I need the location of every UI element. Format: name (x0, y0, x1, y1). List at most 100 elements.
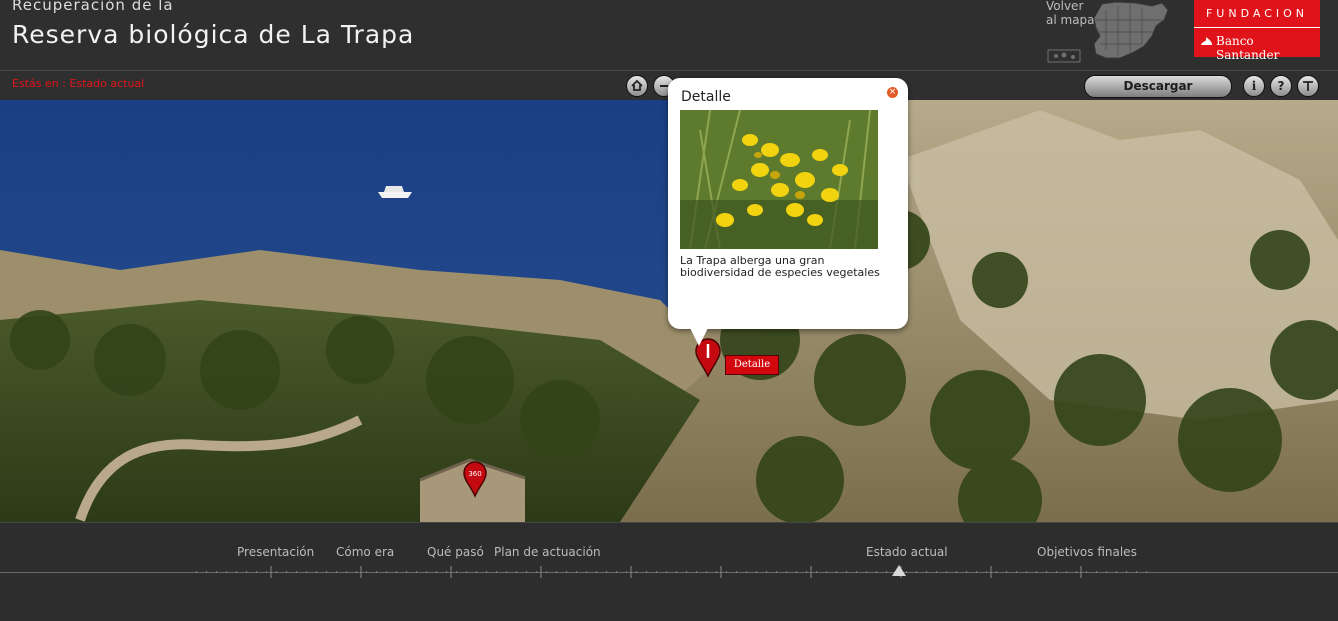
plant-photo (680, 110, 878, 249)
panorama-360-marker[interactable]: 360 (462, 460, 488, 498)
timeline: Presentación Cómo era Qué pasó Plan de a… (0, 522, 1338, 621)
timeline-tick (266, 571, 267, 573)
timeline-tick (746, 571, 747, 573)
timeline-tick (1106, 571, 1107, 573)
timeline-tick (1026, 571, 1027, 573)
timeline-item-estado-actual[interactable]: Estado actual (866, 545, 948, 559)
timeline-tick (346, 571, 347, 573)
timeline-tick (286, 571, 287, 573)
timeline-tick (926, 571, 927, 573)
timeline-tick (226, 571, 227, 573)
timeline-tick (326, 571, 327, 573)
timeline-tick (316, 571, 317, 573)
fullscreen-icon (1303, 81, 1313, 91)
home-button[interactable] (626, 75, 648, 97)
home-icon (631, 79, 643, 91)
timeline-tick (1056, 571, 1057, 573)
timeline-tick (1116, 571, 1117, 573)
timeline-tick (686, 571, 687, 573)
timeline-tick (256, 571, 257, 573)
close-popup-button[interactable]: × (887, 87, 898, 98)
timeline-tick (606, 571, 607, 573)
breadcrumb: Estás en : Estado actual (12, 77, 145, 90)
timeline-ticks (196, 566, 1147, 578)
timeline-tick (656, 571, 657, 573)
timeline-tick (806, 571, 807, 573)
timeline-tick (626, 571, 627, 573)
timeline-tick (936, 571, 937, 573)
timeline-tick (426, 571, 427, 573)
timeline-tick (546, 571, 547, 573)
timeline-item-presentacion[interactable]: Presentación (237, 545, 314, 559)
timeline-tick (766, 571, 767, 573)
timeline-tick (786, 571, 787, 573)
timeline-tick (386, 571, 387, 573)
timeline-tick (796, 571, 797, 573)
timeline-tick (246, 571, 247, 573)
timeline-tick (826, 571, 827, 573)
timeline-tick (886, 571, 887, 573)
timeline-tick (236, 571, 237, 573)
timeline-tick (436, 571, 437, 573)
timeline-tick (1016, 571, 1017, 573)
download-publication-button[interactable]: Descargar publicación (1084, 75, 1232, 114)
popup-title: Detalle (681, 89, 731, 105)
timeline-tick (206, 571, 207, 573)
timeline-item-como-era[interactable]: Cómo era (336, 545, 394, 559)
timeline-tick (526, 571, 527, 573)
popup-description: La Trapa alberga una gran biodiversidad … (680, 254, 880, 279)
timeline-tick (856, 571, 857, 573)
timeline-tick (406, 571, 407, 573)
timeline-tick (196, 571, 197, 573)
back-to-map-line2: al mapa (1046, 13, 1095, 27)
timeline-tick (986, 571, 987, 573)
flame-icon (1201, 37, 1212, 45)
timeline-tick (596, 571, 597, 573)
brand-separator (1194, 27, 1320, 28)
back-to-map-link[interactable]: Volver al mapa (1046, 0, 1095, 27)
close-icon: × (888, 87, 897, 97)
timeline-tick (566, 571, 567, 573)
timeline-tick (636, 571, 637, 573)
page-title: Reserva biológica de La Trapa (12, 20, 415, 49)
timeline-tick (946, 571, 947, 573)
timeline-tick (496, 571, 497, 573)
timeline-item-objetivos-finales[interactable]: Objetivos finales (1037, 545, 1137, 559)
timeline-item-plan-actuacion[interactable]: Plan de actuación (494, 545, 601, 559)
timeline-tick (556, 571, 557, 573)
timeline-tick (976, 571, 977, 573)
timeline-tick (376, 571, 377, 573)
info-button[interactable]: i (1243, 75, 1265, 97)
detail-tag[interactable]: Detalle (725, 355, 779, 375)
timeline-tick (456, 571, 457, 573)
brand-logo[interactable]: FUNDACION Banco Santander (1194, 0, 1320, 62)
timeline-tick (646, 571, 647, 573)
page-subtitle: Recuperación de la (12, 0, 174, 14)
timeline-tick (956, 571, 957, 573)
timeline-tick (1086, 571, 1087, 573)
help-button[interactable]: ? (1270, 75, 1292, 97)
detail-popup: Detalle × La Trapa alberga una gran biod… (668, 78, 908, 346)
timeline-tick (906, 571, 907, 573)
timeline-tick (576, 571, 577, 573)
timeline-tick (846, 571, 847, 573)
timeline-position-indicator[interactable] (892, 565, 906, 576)
timeline-tick (726, 571, 727, 573)
popup-pointer (690, 328, 708, 346)
timeline-tick (876, 571, 877, 573)
timeline-item-que-paso[interactable]: Qué pasó (427, 545, 484, 559)
timeline-tick (446, 571, 447, 573)
timeline-tick (1066, 571, 1067, 573)
timeline-tick (676, 571, 677, 573)
timeline-tick (216, 571, 217, 573)
timeline-tick (1146, 571, 1147, 573)
timeline-tick (1076, 571, 1077, 573)
timeline-tick (966, 571, 967, 573)
timeline-tick (1126, 571, 1127, 573)
timeline-tick (736, 571, 737, 573)
fullscreen-button[interactable] (1297, 75, 1319, 97)
timeline-tick (506, 571, 507, 573)
timeline-tick (756, 571, 757, 573)
timeline-tick (1136, 571, 1137, 573)
timeline-tick (1096, 571, 1097, 573)
